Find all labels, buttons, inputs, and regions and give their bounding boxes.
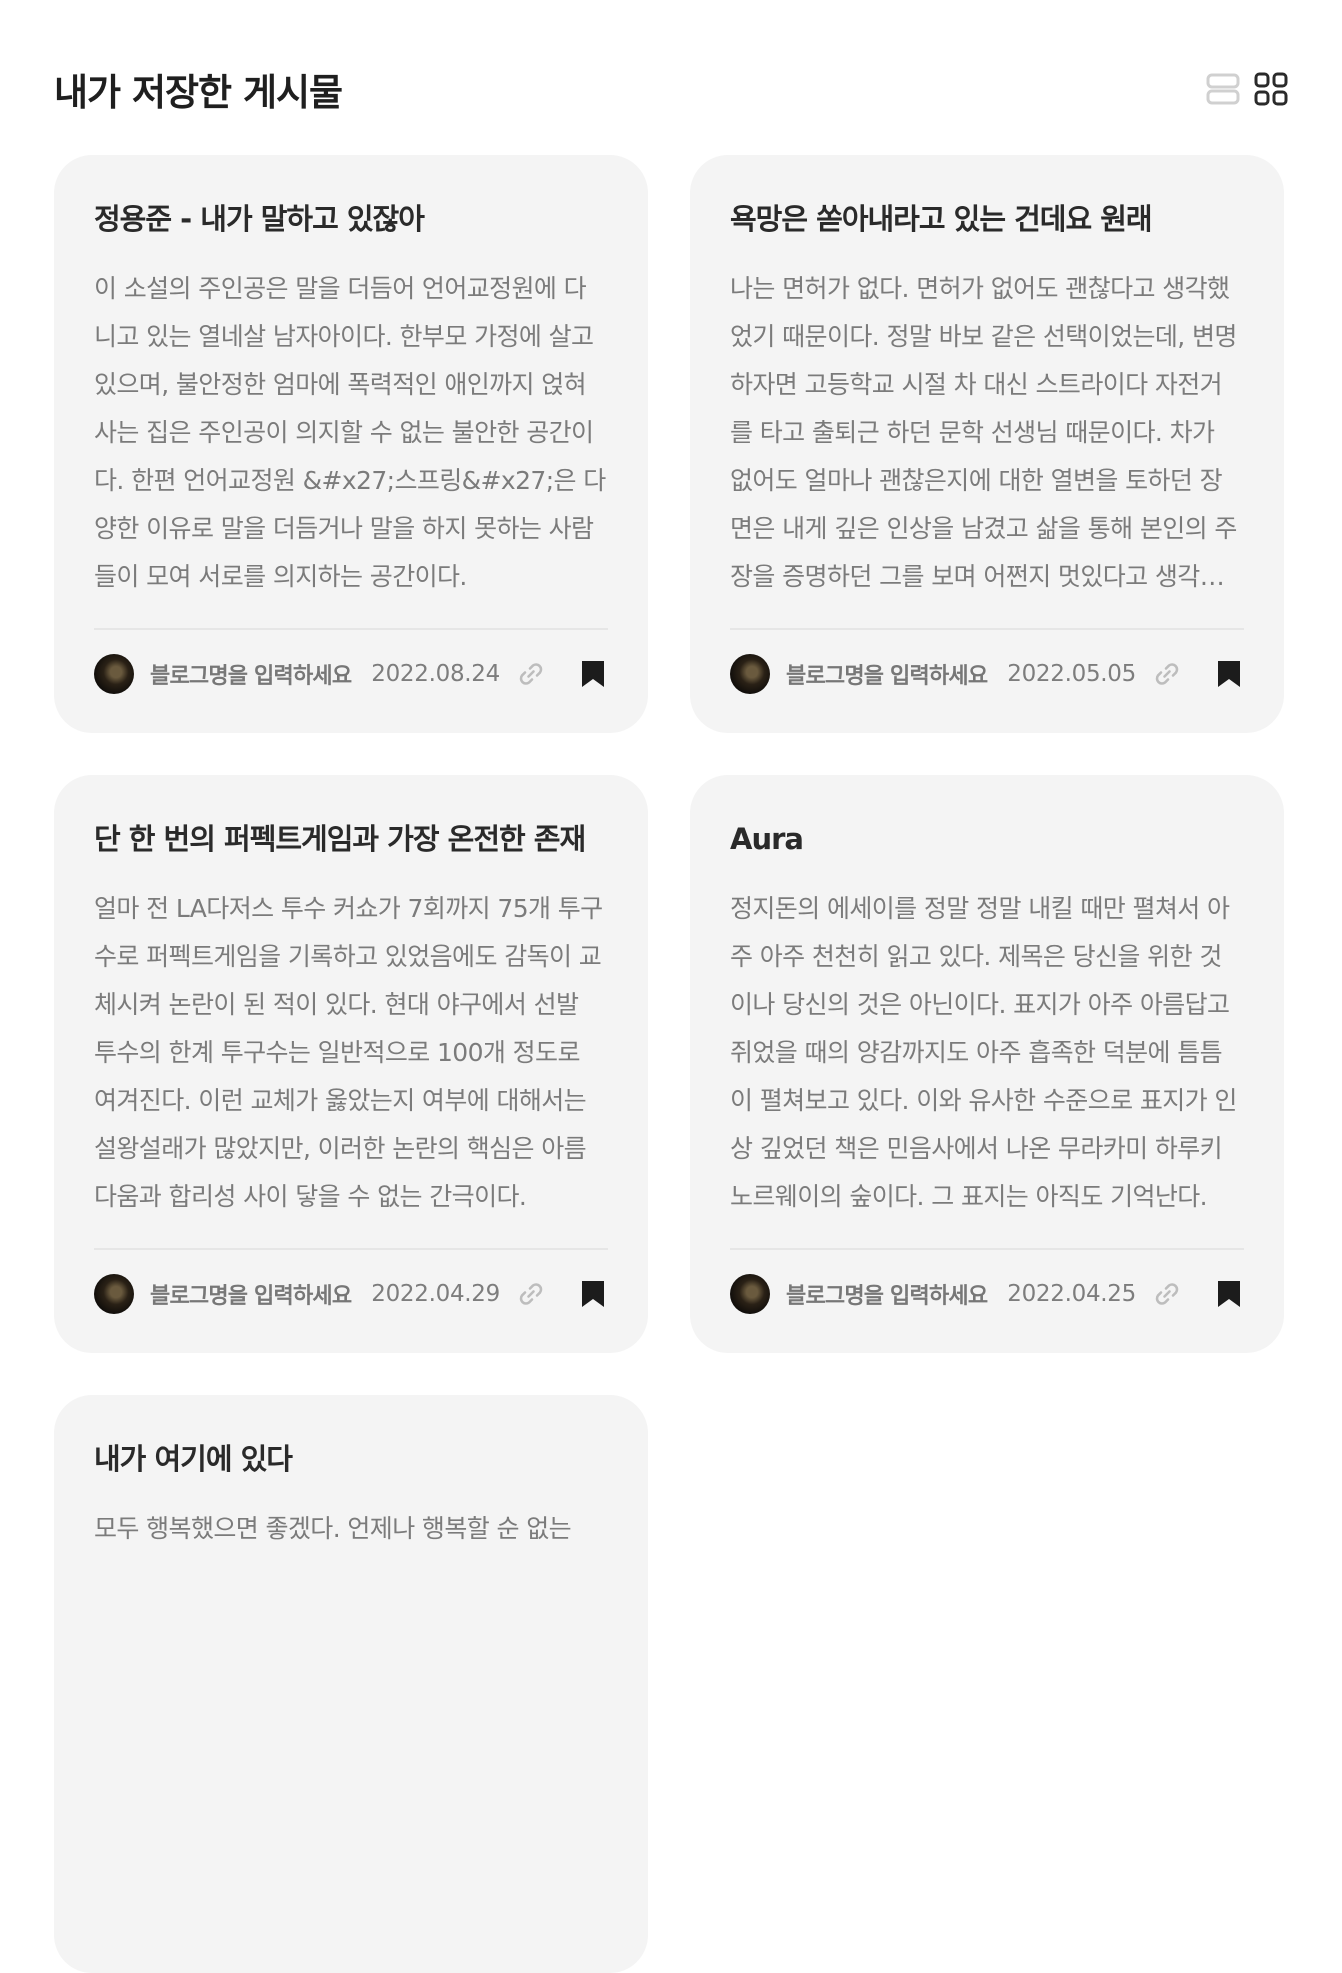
post-card[interactable]: 단 한 번의 퍼펙트게임과 가장 온전한 존재 얼마 전 LA다저스 투수 커쇼… xyxy=(54,775,648,1353)
grid-view-button[interactable] xyxy=(1254,72,1288,106)
bookmark-button[interactable] xyxy=(1214,1277,1244,1311)
post-title[interactable]: 단 한 번의 퍼펙트게임과 가장 온전한 존재 xyxy=(94,819,608,859)
divider xyxy=(94,628,608,630)
post-grid: 정용준 - 내가 말하고 있잖아 이 소설의 주인공은 말을 더듬어 언어교정원… xyxy=(54,155,1284,1973)
blog-name[interactable]: 블로그명을 입력하세요 xyxy=(786,658,988,690)
link-icon xyxy=(1155,663,1179,685)
post-footer: 블로그명을 입력하세요 2022.05.05 xyxy=(730,653,1244,695)
link-icon xyxy=(1155,1283,1179,1305)
link-icon xyxy=(519,1283,543,1305)
post-date: 2022.04.25 xyxy=(1007,1281,1136,1307)
post-excerpt: 얼마 전 LA다저스 투수 커쇼가 7회까지 75개 투구수로 퍼펙트게임을 기… xyxy=(94,894,603,1211)
list-view-button[interactable] xyxy=(1206,72,1240,106)
post-excerpt: 모두 행복했으면 좋겠다. 언제나 행복할 순 없는 xyxy=(94,1514,572,1543)
view-toggle xyxy=(1206,72,1288,106)
avatar[interactable] xyxy=(94,654,134,694)
bookmark-filled-icon xyxy=(1218,1281,1240,1307)
list-view-icon xyxy=(1206,73,1240,105)
post-date: 2022.05.05 xyxy=(1007,661,1136,687)
page-header: 내가 저장한 게시물 xyxy=(54,64,1288,114)
post-card[interactable]: 내가 여기에 있다 모두 행복했으면 좋겠다. 언제나 행복할 순 없는 xyxy=(54,1395,648,1973)
post-title[interactable]: Aura xyxy=(730,819,1244,859)
post-excerpt: 나는 면허가 없다. 면허가 없어도 괜찮다고 생각했었기 때문이다. 정말 바… xyxy=(730,274,1237,591)
bookmark-button[interactable] xyxy=(1214,657,1244,691)
copy-link-button[interactable] xyxy=(1150,1277,1184,1311)
link-icon xyxy=(519,663,543,685)
copy-link-button[interactable] xyxy=(514,657,548,691)
page-title: 내가 저장한 게시물 xyxy=(54,71,343,114)
bookmark-filled-icon xyxy=(1218,661,1240,687)
avatar[interactable] xyxy=(730,654,770,694)
divider xyxy=(730,1248,1244,1250)
post-title[interactable]: 욕망은 쏟아내라고 있는 건데요 원래 xyxy=(730,199,1244,239)
post-date: 2022.08.24 xyxy=(371,661,500,687)
divider xyxy=(730,628,1244,630)
blog-name[interactable]: 블로그명을 입력하세요 xyxy=(150,1278,352,1310)
post-footer: 블로그명을 입력하세요 2022.04.29 xyxy=(94,1273,608,1315)
post-excerpt: 이 소설의 주인공은 말을 더듬어 언어교정원에 다니고 있는 열네살 남자아이… xyxy=(94,274,606,591)
post-card[interactable]: Aura 정지돈의 에세이를 정말 정말 내킬 때만 펼쳐서 아주 아주 천천히… xyxy=(690,775,1284,1353)
copy-link-button[interactable] xyxy=(1150,657,1184,691)
bookmark-button[interactable] xyxy=(578,657,608,691)
bookmark-filled-icon xyxy=(582,661,604,687)
post-card[interactable]: 욕망은 쏟아내라고 있는 건데요 원래 나는 면허가 없다. 면허가 없어도 괜… xyxy=(690,155,1284,733)
post-title[interactable]: 정용준 - 내가 말하고 있잖아 xyxy=(94,199,608,239)
post-title[interactable]: 내가 여기에 있다 xyxy=(94,1439,608,1479)
copy-link-button[interactable] xyxy=(514,1277,548,1311)
bookmark-button[interactable] xyxy=(578,1277,608,1311)
blog-name[interactable]: 블로그명을 입력하세요 xyxy=(150,658,352,690)
post-footer: 블로그명을 입력하세요 2022.08.24 xyxy=(94,653,608,695)
post-card[interactable]: 정용준 - 내가 말하고 있잖아 이 소설의 주인공은 말을 더듬어 언어교정원… xyxy=(54,155,648,733)
blog-name[interactable]: 블로그명을 입력하세요 xyxy=(786,1278,988,1310)
avatar[interactable] xyxy=(94,1274,134,1314)
post-excerpt: 정지돈의 에세이를 정말 정말 내킬 때만 펼쳐서 아주 아주 천천히 읽고 있… xyxy=(730,894,1237,1211)
grid-view-icon xyxy=(1254,72,1288,106)
post-footer: 블로그명을 입력하세요 2022.04.25 xyxy=(730,1273,1244,1315)
divider xyxy=(94,1248,608,1250)
post-date: 2022.04.29 xyxy=(371,1281,500,1307)
avatar[interactable] xyxy=(730,1274,770,1314)
bookmark-filled-icon xyxy=(582,1281,604,1307)
saved-posts-page: 내가 저장한 게시물 정용준 - 내가 말하고 있잖아 이 소설의 주인공은 말… xyxy=(0,0,1342,1973)
